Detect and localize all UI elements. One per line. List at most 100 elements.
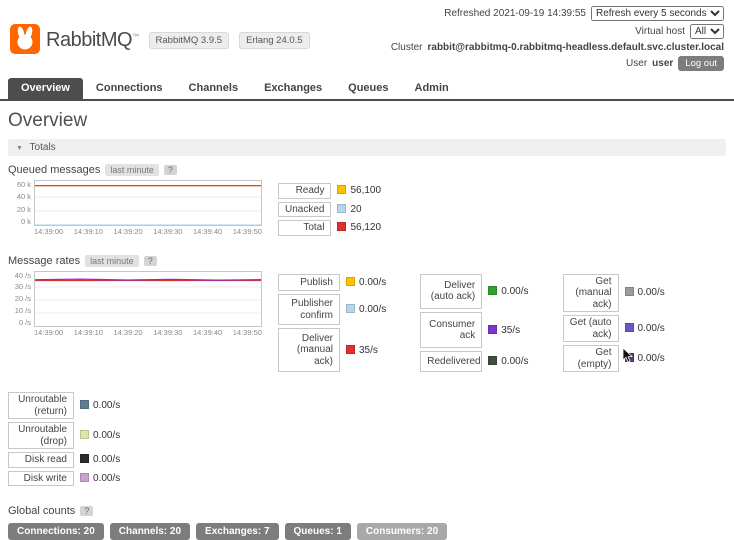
virtual-host-label: Virtual host xyxy=(635,26,685,37)
x-tick-label: 14:39:40 xyxy=(193,227,223,236)
legend-label: Ready xyxy=(278,183,332,199)
tab-exchanges[interactable]: Exchanges xyxy=(251,78,335,99)
message-rates-heading: Message rates last minute ? xyxy=(8,254,726,267)
queues-count-badge: Queues: 1 xyxy=(284,523,351,540)
mouse-cursor xyxy=(622,347,634,367)
extra-rates-area: Unroutable (return) 0.00/s Unroutable (d… xyxy=(8,389,726,489)
y-tick-label: 60 k xyxy=(16,180,31,189)
legend-value: 0.00/s xyxy=(93,400,121,411)
legend-color-swatch xyxy=(488,324,498,334)
x-tick-label: 14:39:10 xyxy=(73,227,103,236)
legend-value: 0.00/s xyxy=(359,304,387,316)
x-tick-label: 14:39:00 xyxy=(34,227,64,236)
legend-value: 0.00/s xyxy=(637,353,665,364)
time-range-badge: last minute xyxy=(85,254,139,267)
logout-button[interactable]: Log out xyxy=(678,56,724,71)
legend-row: Disk write 0.00/s xyxy=(8,470,120,486)
cluster-label: Cluster xyxy=(390,42,423,53)
legend-label: Unroutable (drop) xyxy=(8,422,74,449)
exchanges-count-badge: Exchanges: 7 xyxy=(196,523,279,540)
totals-section-toggle[interactable]: ▼ Totals xyxy=(8,139,726,156)
message-rates-chart: 40 /s 30 /s 20 /s 10 /s 0 /s 14:39:00 14:39:1… xyxy=(8,270,262,337)
rates-legend-area: Publish 0.00/s Publisher confirm 0.00/s … xyxy=(278,271,665,376)
help-icon[interactable]: ? xyxy=(163,165,177,175)
legend-row: Unroutable (return) 0.00/s xyxy=(8,392,120,419)
legend-value: 0.00/s xyxy=(359,276,387,288)
global-counts-heading: Global counts ? xyxy=(8,505,726,517)
tab-admin[interactable]: Admin xyxy=(402,78,462,99)
legend-label: Unacked xyxy=(278,201,332,217)
queued-legend-area: Ready 56,100 Unacked 20 Total 56,120 xyxy=(278,180,381,239)
legend-row: Publisher confirm 0.00/s xyxy=(278,294,387,326)
page-title: Overview xyxy=(8,110,88,131)
legend-label: Redelivered xyxy=(420,351,483,372)
legend-color-swatch xyxy=(80,400,89,409)
queued-messages-chart: 60 k 40 k 20 k 0 k 14:39:00 14:39:10 14:39:20… xyxy=(8,180,262,236)
queued-messages-heading: Queued messages last minute ? xyxy=(8,164,726,176)
y-tick-label: 30 /s xyxy=(14,282,31,292)
legend-value: 56,120 xyxy=(350,222,382,234)
legend-row: Consumer ack 35/s xyxy=(420,312,528,349)
legend-row: Deliver (manual ack) 35/s xyxy=(278,328,386,372)
y-tick-label: 20 k xyxy=(16,204,31,214)
legend-value: 0.00/s xyxy=(93,430,121,441)
virtual-host-select[interactable]: All xyxy=(690,24,724,39)
plot-area: 14:39:00 14:39:10 14:39:20 14:39:30 14:39:40… xyxy=(34,270,262,337)
consumers-count-badge: Consumers: 20 xyxy=(356,523,448,540)
legend-row: Deliver (auto ack) 0.00/s xyxy=(420,273,529,310)
legend-label: Deliver (manual ack) xyxy=(278,328,340,372)
rates-legend-col2: Deliver (auto ack) 0.00/s Consumer ack 3… xyxy=(420,271,529,376)
tab-overview[interactable]: Overview xyxy=(8,78,83,99)
main-nav: Overview Connections Channels Exchanges … xyxy=(0,78,734,101)
y-tick-label: 40 k xyxy=(16,192,31,202)
legend-color-swatch xyxy=(337,222,347,232)
legend-value: 35/s xyxy=(501,324,521,336)
legend-row: Get (empty) 0.00/s xyxy=(562,345,665,372)
connections-count-badge: Connections: 20 xyxy=(8,523,104,540)
legend-row: Total 56,120 xyxy=(278,220,381,236)
queued-legend: Ready 56,100 Unacked 20 Total 56,120 xyxy=(278,180,381,239)
erlang-version-badge: Erlang 24.0.5 xyxy=(239,31,310,49)
refresh-interval-select[interactable]: Refresh every 5 seconds xyxy=(591,6,724,21)
legend-color-swatch xyxy=(80,472,89,482)
legend-value: 0.00/s xyxy=(501,356,529,368)
y-tick-label: 0 /s xyxy=(18,317,31,327)
y-tick-label: 40 /s xyxy=(14,270,31,280)
rates-legend-col1: Publish 0.00/s Publisher confirm 0.00/s … xyxy=(278,271,386,376)
refreshed-timestamp: Refreshed 2021-09-19 14:39:55 xyxy=(444,8,586,19)
legend-value: 0.00/s xyxy=(93,454,121,466)
brand[interactable]: RabbitMQ™ RabbitMQ 3.9.5 Erlang 24.0.5 xyxy=(10,6,310,74)
legend-color-swatch xyxy=(80,454,89,464)
trademark: ™ xyxy=(132,32,139,40)
x-tick-label: 14:39:50 xyxy=(232,327,262,337)
y-tick-label: 0 k xyxy=(20,216,31,226)
plot-area: 14:39:00 14:39:10 14:39:20 14:39:30 14:39:40… xyxy=(34,180,262,236)
user-label: User xyxy=(626,58,648,69)
collapse-arrow-icon: ▼ xyxy=(16,145,23,152)
legend-label: Disk write xyxy=(8,470,74,486)
tab-channels[interactable]: Channels xyxy=(176,78,252,99)
legend-label: Publish xyxy=(278,273,340,292)
channels-count-badge: Channels: 20 xyxy=(109,523,191,540)
y-axis: 60 k 40 k 20 k 0 k xyxy=(8,180,34,226)
message-rates-title: Message rates xyxy=(8,254,81,267)
legend-label: Consumer ack xyxy=(420,312,483,349)
legend-color-swatch xyxy=(624,287,634,297)
message-rates-plot xyxy=(34,270,262,327)
legend-value: 56,100 xyxy=(350,185,382,197)
legend-label: Publisher confirm xyxy=(278,294,340,326)
help-icon[interactable]: ? xyxy=(143,255,157,266)
legend-color-swatch xyxy=(346,344,355,354)
help-icon[interactable]: ? xyxy=(80,506,94,516)
tab-connections[interactable]: Connections xyxy=(83,78,176,99)
x-tick-label: 14:39:00 xyxy=(34,327,64,337)
legend-label: Get (auto ack) xyxy=(562,315,619,342)
header-status-area: Refreshed 2021-09-19 14:39:55 Refresh ev… xyxy=(391,6,724,74)
global-counts-title: Global counts xyxy=(8,505,76,517)
product-name: RabbitMQ™ xyxy=(46,28,139,51)
y-tick-label: 10 /s xyxy=(14,305,31,315)
time-range-badge: last minute xyxy=(105,164,159,176)
rabbitmq-version-badge: RabbitMQ 3.9.5 xyxy=(148,31,230,49)
tab-queues[interactable]: Queues xyxy=(335,78,401,99)
cluster-name: rabbit@rabbitmq-0.rabbitmq-headless.defa… xyxy=(427,42,725,53)
